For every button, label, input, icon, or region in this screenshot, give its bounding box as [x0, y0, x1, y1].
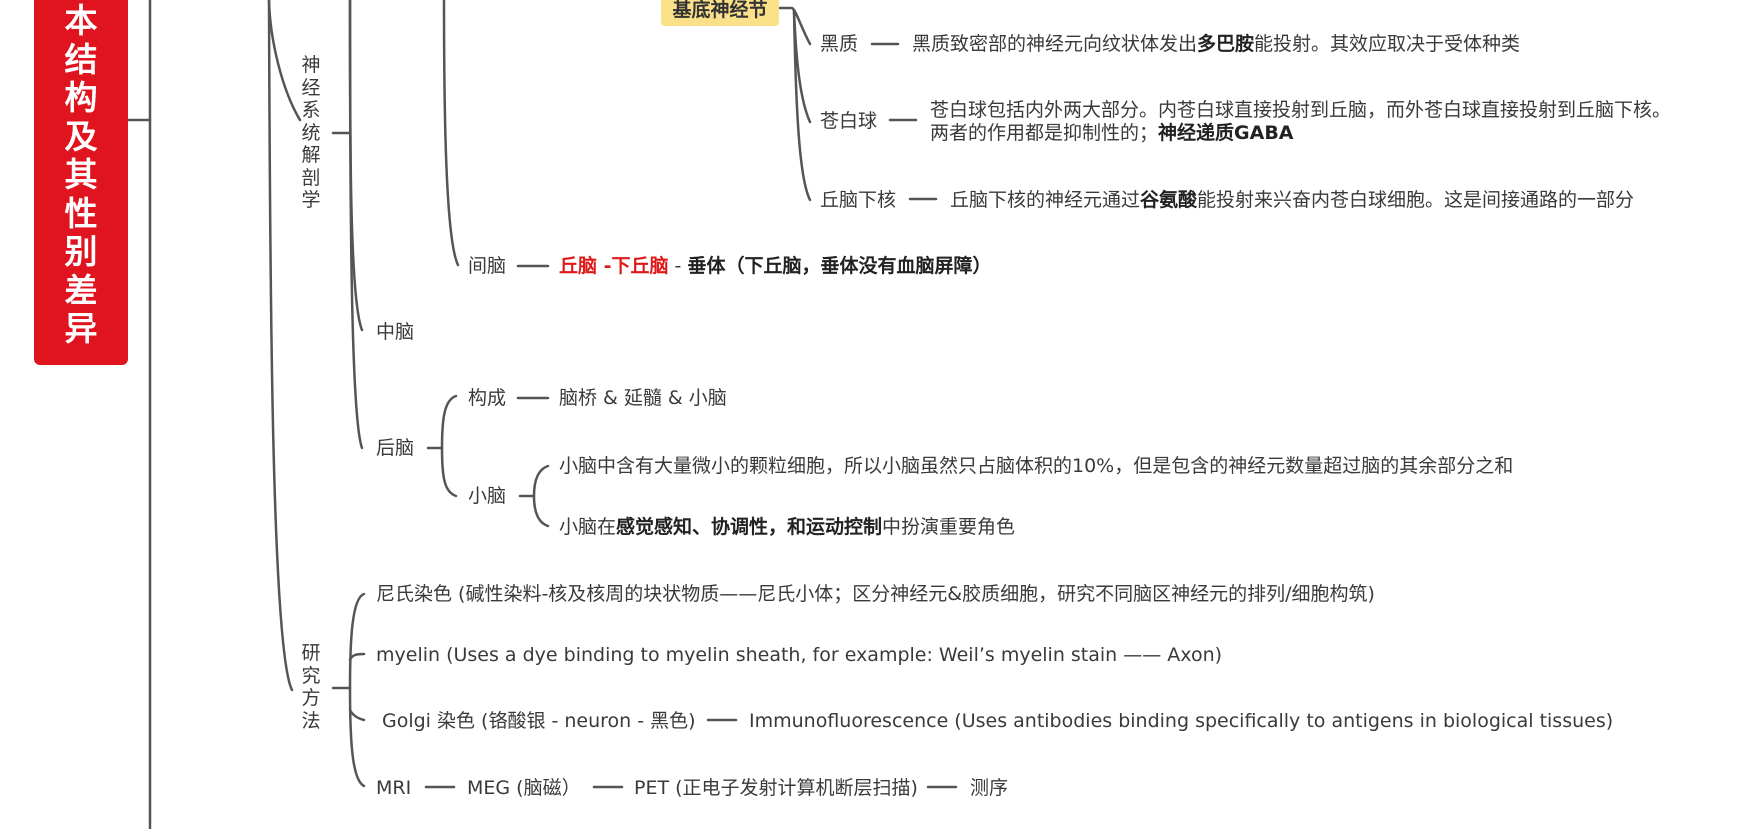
heizhi-description: 黑质致密部的神经元向纹状体发出多巴胺能投射。其效应取决于受体种类 [912, 32, 1520, 56]
xiaonao-item2: 小脑在感觉感知、协调性，和运动控制中扮演重要角色 [559, 515, 1015, 539]
immunofluorescence-text[interactable]: Immunofluorescence (Uses antibodies bind… [749, 709, 1613, 733]
cangbaiqiu-line1: 苍白球包括内外两大部分。内苍白球直接投射到丘脑，而外苍白球直接投射到丘脑下核。 [930, 99, 1672, 121]
anatomy-label[interactable]: 神经系统解剖学 [300, 54, 322, 212]
qiunaoxiahe-text-pre: 丘脑下核的神经元通过 [950, 189, 1141, 211]
myelin-connector [348, 652, 366, 662]
nissl-text[interactable]: 尼氏染色 (碱性染料-核及核周的块状物质——尼氏小体；区分神经元&胶质细胞，研究… [376, 582, 1375, 606]
zhongnao-label[interactable]: 中脑 [376, 320, 414, 344]
cexu-text[interactable]: 测序 [970, 776, 1008, 800]
meg-text[interactable]: MEG (脑磁） [467, 776, 581, 800]
heizhi-label[interactable]: 黑质 [820, 32, 858, 56]
jiannao-text-bold: 垂体（下丘脑，垂体没有血脑屏障） [687, 255, 992, 277]
root-topic-box[interactable]: 本结构及其性别差异 [34, 0, 128, 365]
qiunaoxiahe-text-bold: 谷氨酸 [1140, 189, 1198, 211]
xiaonao-label[interactable]: 小脑 [468, 484, 506, 508]
anatomy-branch-line [267, 0, 302, 122]
mri-text[interactable]: MRI [376, 776, 411, 800]
hounao-label[interactable]: 后脑 [376, 436, 414, 460]
hounao-line [348, 0, 364, 450]
root-topic-title: 本结构及其性别差异 [64, 1, 98, 348]
heizhi-text-post: 能投射。其效应取决于受体种类 [1254, 33, 1521, 55]
golgi-text[interactable]: Golgi 染色 (铬酸银 - neuron - 黑色) [382, 709, 696, 733]
basal-ganglia-tag[interactable]: 基底神经节 [661, 0, 779, 26]
cangbaiqiu-label[interactable]: 苍白球 [820, 109, 877, 133]
jiannao-description: 丘脑 -下丘脑 - 垂体（下丘脑，垂体没有血脑屏障） [559, 254, 991, 278]
xiaonao-brace [532, 464, 550, 528]
cangbaiqiu-line2: 两者的作用都是抑制性的；神经递质GABA [930, 121, 1294, 145]
goucheng-label[interactable]: 构成 [468, 386, 506, 410]
jiannao-line [442, 0, 460, 267]
qiunaoxiahe-text-post: 能投射来兴奋内苍白球细胞。这是间接通路的一部分 [1197, 189, 1635, 211]
qiunaoxiahe-label[interactable]: 丘脑下核 [820, 188, 896, 212]
xiaonao-item1: 小脑中含有大量微小的颗粒细胞，所以小脑虽然只占脑体积的10%，但是包含的神经元数… [559, 455, 1514, 477]
cangbaiqiu-line2-pre: 两者的作用都是抑制性的； [930, 122, 1159, 144]
pet-text[interactable]: PET (正电子发射计算机断层扫描) [634, 776, 918, 800]
goucheng-text: 脑桥 & 延髓 & 小脑 [559, 387, 727, 409]
heizhi-text-pre: 黑质致密部的神经元向纹状体发出 [912, 33, 1198, 55]
myelin-text[interactable]: myelin (Uses a dye binding to myelin she… [376, 643, 1222, 667]
golgi-connector [348, 708, 366, 722]
jiannao-text-sep: - [668, 255, 688, 277]
heizhi-text-bold: 多巴胺 [1197, 33, 1255, 55]
methods-branch-line [267, 0, 294, 692]
methods-label[interactable]: 研究方法 [300, 642, 322, 732]
jiannao-text-red: 丘脑 -下丘脑 [559, 255, 669, 277]
xiaonao-item2-post: 中扮演重要角色 [882, 516, 1016, 538]
xiaonao-item2-pre: 小脑在 [559, 516, 617, 538]
jiannao-label[interactable]: 间脑 [468, 254, 506, 278]
methods-brace [348, 592, 366, 788]
cangbaiqiu-line2-bold: 神经递质GABA [1158, 122, 1294, 144]
hounao-brace [440, 394, 458, 498]
xiaonao-item2-bold: 感觉感知、协调性，和运动控制 [616, 516, 883, 538]
qiunaoxiahe-description: 丘脑下核的神经元通过谷氨酸能投射来兴奋内苍白球细胞。这是间接通路的一部分 [950, 188, 1634, 212]
